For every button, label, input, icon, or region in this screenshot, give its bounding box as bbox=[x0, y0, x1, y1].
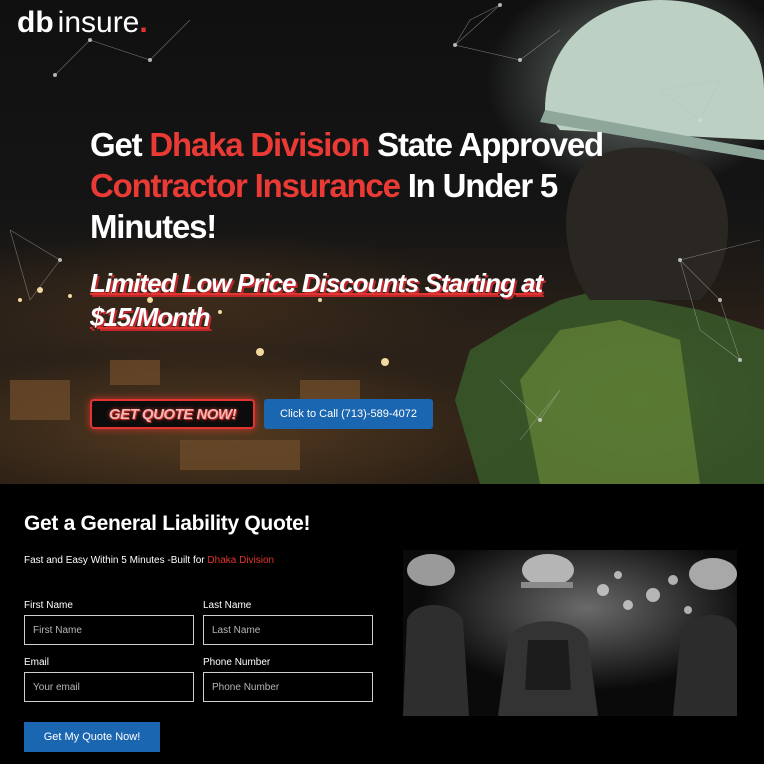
quote-form-section: Get a General Liability Quote! Fast and … bbox=[0, 484, 764, 764]
headline-region: Dhaka Division bbox=[149, 126, 370, 163]
workers-photo bbox=[403, 550, 737, 716]
logo-insure: insure bbox=[57, 6, 140, 39]
email-field[interactable] bbox=[24, 672, 194, 702]
email-label: Email bbox=[24, 657, 50, 668]
click-to-call-button[interactable]: Click to Call (713)-589-4072 bbox=[264, 399, 433, 429]
phone-field[interactable] bbox=[203, 672, 373, 702]
last-name-label: Last Name bbox=[203, 600, 252, 611]
brand-logo[interactable]: db insure. bbox=[17, 6, 148, 40]
logo-dot: . bbox=[139, 6, 148, 39]
last-name-field[interactable] bbox=[203, 615, 373, 645]
get-my-quote-button[interactable]: Get My Quote Now! bbox=[24, 722, 160, 752]
subtitle-region: Dhaka Division bbox=[207, 555, 275, 566]
logo-db: db bbox=[17, 6, 54, 39]
form-title: Get a General Liability Quote! bbox=[24, 512, 311, 535]
headline-text: Get bbox=[90, 126, 150, 163]
hero-section: db insure. Get Dhaka Division State Appro… bbox=[0, 0, 764, 484]
first-name-label: First Name bbox=[24, 600, 73, 611]
get-quote-button[interactable]: GET QUOTE NOW! bbox=[90, 399, 255, 429]
hero-headline: Get Dhaka Division State Approved Contra… bbox=[90, 124, 670, 247]
form-subtitle: Fast and Easy Within 5 Minutes -Built fo… bbox=[24, 555, 274, 566]
headline-text: State Approved bbox=[369, 126, 604, 163]
first-name-field[interactable] bbox=[24, 615, 194, 645]
phone-label: Phone Number bbox=[203, 657, 271, 668]
promo-text: Limited Low Price Discounts Starting at … bbox=[90, 268, 543, 332]
headline-product: Contractor Insurance bbox=[90, 167, 401, 204]
subtitle-text: Fast and Easy Within 5 Minutes -Built fo… bbox=[24, 555, 208, 566]
